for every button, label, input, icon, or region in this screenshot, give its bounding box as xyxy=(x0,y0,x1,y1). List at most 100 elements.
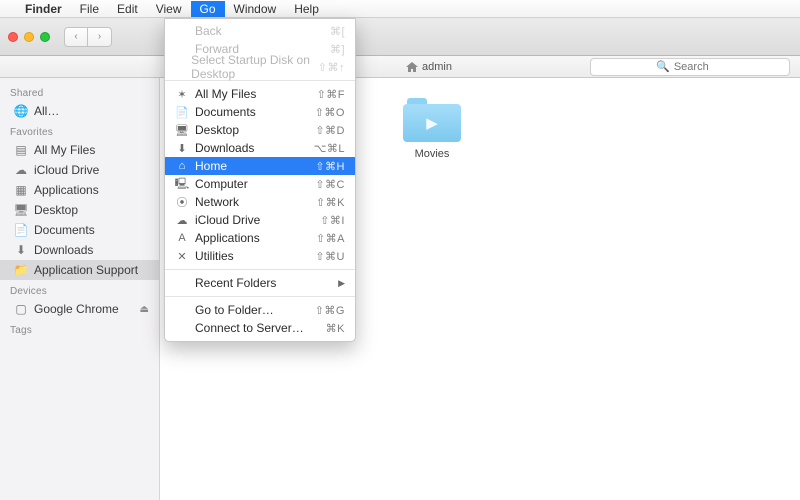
menubar-view[interactable]: View xyxy=(147,1,191,17)
menu-item-icon: ✕ xyxy=(175,250,189,263)
menu-shortcut: ⇧⌘D xyxy=(315,124,345,137)
sidebar-item-desktop[interactable]: 🖥Desktop xyxy=(0,200,159,220)
menu-separator xyxy=(165,269,355,270)
finder-window: ‹ › ▦ ≡ admin 🔍 Shared 🌐 All… Favorites▤All… xyxy=(0,18,800,500)
downloads-icon: ⬇ xyxy=(14,243,28,257)
globe-icon: 🌐 xyxy=(14,104,28,118)
menu-shortcut: ⇧⌘U xyxy=(315,250,345,263)
menu-item-icon: ⦿ xyxy=(175,194,189,210)
finder-sidebar: Shared 🌐 All… Favorites▤All My Files☁iCloud… xyxy=(0,78,160,500)
menu-item-icon: ⌂ xyxy=(175,160,189,172)
menu-item-label: Go to Folder… xyxy=(195,303,274,317)
menu-item-label: Network xyxy=(195,195,239,209)
menu-shortcut: ⇧⌘A xyxy=(316,232,345,245)
menu-item-label: Desktop xyxy=(195,123,239,137)
menubar-file[interactable]: File xyxy=(71,1,108,17)
menu-item-back: Back ⌘[ xyxy=(165,22,355,40)
sidebar-item-label: All… xyxy=(34,104,59,118)
apps-icon: ▦ xyxy=(14,183,28,197)
menu-item-icon: ⬇ xyxy=(175,142,189,155)
go-menu-dropdown: Back⌘[Forward⌘]Select Startup Disk on De… xyxy=(164,18,356,342)
menu-item-label: Applications xyxy=(195,231,260,245)
minimize-window-button[interactable] xyxy=(24,32,34,42)
menu-item-documents[interactable]: 📄 Documents ⇧⌘O xyxy=(165,103,355,121)
back-button[interactable]: ‹ xyxy=(64,27,88,47)
close-window-button[interactable] xyxy=(8,32,18,42)
desktop-icon: 🖥 xyxy=(14,203,28,217)
menu-item-label: Downloads xyxy=(195,141,254,155)
forward-button[interactable]: › xyxy=(88,27,112,47)
menu-item-icon: 🖥 xyxy=(175,124,189,137)
menubar-app[interactable]: Finder xyxy=(16,1,71,17)
menu-item-label: Back xyxy=(195,24,222,38)
menu-item-label: Select Startup Disk on Desktop xyxy=(191,53,312,81)
menu-item-label: Connect to Server… xyxy=(195,321,304,335)
all-files-icon: ▤ xyxy=(14,143,28,157)
folder-label: Movies xyxy=(415,148,450,160)
folder-item[interactable]: ▶Movies xyxy=(400,98,464,160)
menubar-help[interactable]: Help xyxy=(285,1,328,17)
menu-separator xyxy=(165,296,355,297)
menu-shortcut: ⇧⌘↑ xyxy=(318,61,345,74)
menu-item-label: Recent Folders xyxy=(195,276,276,290)
menu-item-computer[interactable]: 🖳 Computer ⇧⌘C xyxy=(165,175,355,193)
folder-icon: 📁 xyxy=(14,263,28,277)
menu-item-icon: 🖳 xyxy=(175,175,189,194)
menu-item-connect-to-server-[interactable]: Connect to Server… ⌘K xyxy=(165,319,355,337)
menu-item-label: Home xyxy=(195,159,227,173)
sidebar-item-downloads[interactable]: ⬇ Downloads xyxy=(0,240,159,260)
sidebar-item-label: Application Support xyxy=(34,263,138,277)
zoom-window-button[interactable] xyxy=(40,32,50,42)
menu-item-network[interactable]: ⦿Network⇧⌘K xyxy=(165,193,355,211)
eject-icon[interactable]: ⏏ xyxy=(140,304,149,315)
sidebar-item-label: Downloads xyxy=(34,243,93,257)
menubar-edit[interactable]: Edit xyxy=(108,1,147,17)
sidebar-item-documents[interactable]: 📄Documents xyxy=(0,220,159,240)
home-icon xyxy=(406,62,418,72)
menu-item-applications[interactable]: A Applications ⇧⌘A xyxy=(165,229,355,247)
path-breadcrumb[interactable]: admin xyxy=(406,61,452,73)
sidebar-item-all-my-files[interactable]: ▤All My Files xyxy=(0,140,159,160)
sidebar-item-application-support[interactable]: 📁 Application Support xyxy=(0,260,159,280)
disk-icon: ▢ xyxy=(14,302,28,316)
menu-shortcut: ⌘[ xyxy=(330,25,345,38)
menu-item-label: Utilities xyxy=(195,249,234,263)
menu-shortcut: ⇧⌘C xyxy=(315,178,345,191)
menubar-window[interactable]: Window xyxy=(225,1,286,17)
menu-item-home[interactable]: ⌂ Home ⇧⌘H xyxy=(165,157,355,175)
sidebar-item-google-chrome[interactable]: ▢ Google Chrome ⏏ xyxy=(0,299,159,319)
menu-item-label: iCloud Drive xyxy=(195,213,260,227)
window-titlebar: admin 🔍 xyxy=(0,56,800,78)
menubar-go[interactable]: Go xyxy=(191,1,225,17)
sidebar-heading: Tags xyxy=(0,319,159,338)
menu-item-all-my-files[interactable]: ✶All My Files⇧⌘F xyxy=(165,85,355,103)
sidebar-item-label: Google Chrome xyxy=(34,302,119,316)
sidebar-item-icloud-drive[interactable]: ☁iCloud Drive xyxy=(0,160,159,180)
sidebar-heading: Shared xyxy=(0,82,159,101)
search-icon: 🔍 xyxy=(656,60,670,73)
menu-item-utilities[interactable]: ✕ Utilities ⇧⌘U xyxy=(165,247,355,265)
search-input[interactable] xyxy=(674,61,724,73)
sidebar-item-label: Documents xyxy=(34,223,95,237)
menu-item-icloud-drive[interactable]: ☁iCloud Drive⇧⌘I xyxy=(165,211,355,229)
sidebar-item-applications[interactable]: ▦Applications xyxy=(0,180,159,200)
menu-shortcut: ⇧⌘H xyxy=(315,160,345,173)
menu-shortcut: ⇧⌘O xyxy=(315,106,345,119)
sidebar-heading: Favorites xyxy=(0,121,159,140)
menu-item-go-to-folder-[interactable]: Go to Folder…⇧⌘G xyxy=(165,301,355,319)
menu-item-label: Computer xyxy=(195,177,248,191)
menu-shortcut: ⌘K xyxy=(326,322,345,335)
window-toolbar: ‹ › ▦ ≡ xyxy=(0,18,800,56)
menu-shortcut: ⌥⌘L xyxy=(314,142,345,155)
sidebar-heading: Devices xyxy=(0,280,159,299)
menu-shortcut: ⇧⌘F xyxy=(317,88,345,101)
menu-item-desktop[interactable]: 🖥 Desktop ⇧⌘D xyxy=(165,121,355,139)
menu-item-recent-folders[interactable]: Recent Folders▶ xyxy=(165,274,355,292)
search-field[interactable]: 🔍 xyxy=(590,58,790,76)
menu-item-icon: A xyxy=(175,232,189,244)
menu-item-icon: 📄 xyxy=(175,106,189,119)
sidebar-item-all-[interactable]: 🌐 All… xyxy=(0,101,159,121)
nav-buttons: ‹ › xyxy=(64,27,112,47)
menu-item-downloads[interactable]: ⬇ Downloads ⌥⌘L xyxy=(165,139,355,157)
menu-item-label: Documents xyxy=(195,105,256,119)
